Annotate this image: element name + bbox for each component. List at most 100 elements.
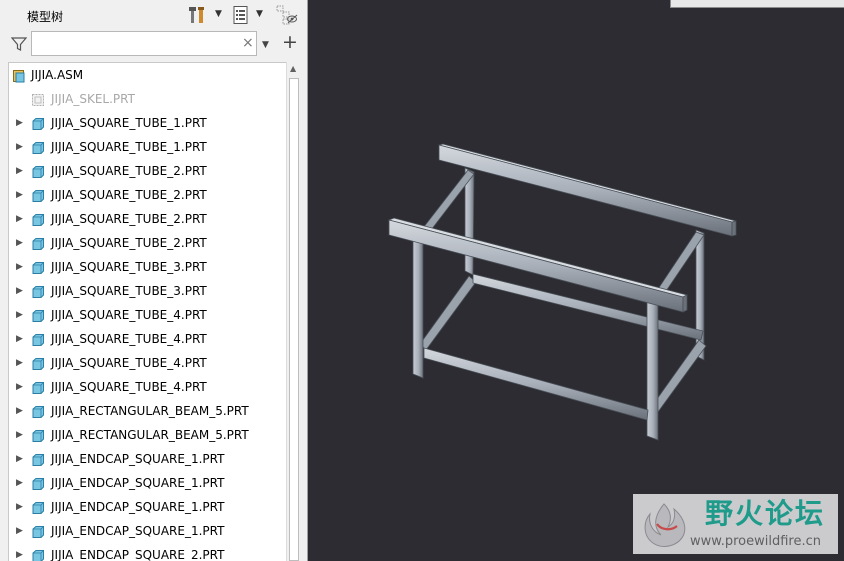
clear-icon[interactable]: × [242,35,254,52]
columns-dropdown-icon[interactable]: ▼ [256,9,263,19]
part-icon [31,380,45,394]
expand-arrow-icon[interactable]: ▶ [16,285,23,297]
tree-row[interactable]: JIJIA_SKEL.PRT [9,87,287,111]
show-hide-icon[interactable] [276,5,298,25]
expand-arrow-icon[interactable]: ▶ [16,453,23,465]
tree-item-label: JIJIA_SQUARE_TUBE_1.PRT [51,140,207,154]
expand-arrow-icon[interactable]: ▶ [16,261,23,273]
tree-row[interactable]: ▶ JIJIA_RECTANGULAR_BEAM_5.PRT [9,423,287,447]
model-tree: JIJIA.ASM JIJIA_SKEL.PRT ▶ JIJIA_SQUARE_TUB… [8,62,287,561]
expand-arrow-icon[interactable]: ▶ [16,381,23,393]
panel-title: 模型树 [27,10,64,24]
part-icon [31,452,45,466]
part-icon [31,164,45,178]
part-icon [31,188,45,202]
expand-arrow-icon[interactable]: ▶ [16,141,23,153]
tree-row[interactable]: ▶ JIJIA_RECTANGULAR_BEAM_5.PRT [9,399,287,423]
part-icon [31,308,45,322]
expand-arrow-icon[interactable]: ▶ [16,477,23,489]
tree-item-label: JIJIA_RECTANGULAR_BEAM_5.PRT [51,404,249,418]
search-dropdown-icon[interactable]: ▼ [262,40,269,50]
tree-row[interactable]: ▶ JIJIA_SQUARE_TUBE_2.PRT [9,159,287,183]
part-icon [31,356,45,370]
tree-item-label: JIJIA_SQUARE_TUBE_3.PRT [51,260,207,274]
scroll-thumb[interactable] [289,78,299,561]
scroll-up-icon[interactable]: ▲ [290,64,296,73]
filter-icon[interactable] [10,36,28,56]
filter-row: × ▼ + [0,30,307,59]
part-icon [31,476,45,490]
tree-row[interactable]: ▶ JIJIA_SQUARE_TUBE_1.PRT [9,135,287,159]
tree-row[interactable]: ▶ JIJIA_ENDCAP_SQUARE_1.PRT [9,471,287,495]
tree-item-label: JIJIA_ENDCAP_SQUARE_1.PRT [51,452,225,466]
tree-row[interactable]: ▶ JIJIA_ENDCAP_SQUARE_2.PRT [9,543,287,561]
tree-item-label: JIJIA_ENDCAP_SQUARE_2.PRT [51,548,225,561]
tree-row[interactable]: ▶ JIJIA_SQUARE_TUBE_4.PRT [9,375,287,399]
add-icon[interactable]: + [282,32,298,52]
graphics-viewport[interactable]: 野火论坛 www.proewildfire.cn [308,0,844,561]
watermark-title: 野火论坛 [705,497,826,530]
tree-item-label: JIJIA.ASM [31,68,84,82]
model-tree-header: 模型树 ▼ ▼ [0,0,307,30]
tree-item-label: JIJIA_SQUARE_TUBE_2.PRT [51,212,207,226]
tree-item-label: JIJIA_ENDCAP_SQUARE_1.PRT [51,500,225,514]
part-icon [31,284,45,298]
skeleton-icon [31,92,45,106]
tree-row[interactable]: ▶ JIJIA_SQUARE_TUBE_2.PRT [9,207,287,231]
expand-arrow-icon[interactable]: ▶ [16,405,23,417]
settings-tools-icon[interactable] [188,5,208,25]
expand-arrow-icon[interactable]: ▶ [16,165,23,177]
tree-item-label: JIJIA_SQUARE_TUBE_2.PRT [51,188,207,202]
expand-arrow-icon[interactable]: ▶ [16,237,23,249]
top-rail-back [438,143,737,237]
search-box: × [31,31,257,56]
tree-item-label: JIJIA_SQUARE_TUBE_4.PRT [51,380,207,394]
tree-scrollbar[interactable]: ▲ [286,62,302,561]
expand-arrow-icon[interactable]: ▶ [16,549,23,561]
settings-dropdown-icon[interactable]: ▼ [215,9,222,19]
expand-arrow-icon[interactable]: ▶ [16,525,23,537]
tree-row[interactable]: ▶ JIJIA_SQUARE_TUBE_2.PRT [9,183,287,207]
tree-row[interactable]: JIJIA.ASM [9,63,287,87]
tree-item-label: JIJIA_ENDCAP_SQUARE_1.PRT [51,476,225,490]
tree-row[interactable]: ▶ JIJIA_SQUARE_TUBE_4.PRT [9,303,287,327]
expand-arrow-icon[interactable]: ▶ [16,429,23,441]
tree-row[interactable]: ▶ JIJIA_SQUARE_TUBE_3.PRT [9,255,287,279]
tree-row[interactable]: ▶ JIJIA_ENDCAP_SQUARE_1.PRT [9,519,287,543]
assembly-frame-model [387,143,737,441]
tree-row[interactable]: ▶ JIJIA_SQUARE_TUBE_3.PRT [9,279,287,303]
part-icon [31,332,45,346]
expand-arrow-icon[interactable]: ▶ [16,333,23,345]
assembly-icon [12,68,26,83]
tree-item-label: JIJIA_ENDCAP_SQUARE_1.PRT [51,524,225,538]
tree-item-label: JIJIA_SQUARE_TUBE_4.PRT [51,356,207,370]
tree-item-label: JIJIA_RECTANGULAR_BEAM_5.PRT [51,428,249,442]
expand-arrow-icon[interactable]: ▶ [16,357,23,369]
part-icon [31,428,45,442]
tree-item-label: JIJIA_SQUARE_TUBE_1.PRT [51,116,207,130]
expand-arrow-icon[interactable]: ▶ [16,501,23,513]
tree-item-label: JIJIA_SKEL.PRT [51,92,135,106]
part-icon [31,116,45,130]
expand-arrow-icon[interactable]: ▶ [16,213,23,225]
tree-row[interactable]: ▶ JIJIA_ENDCAP_SQUARE_1.PRT [9,495,287,519]
expand-arrow-icon[interactable]: ▶ [16,189,23,201]
flame-logo-icon [639,500,689,554]
search-input[interactable] [36,35,231,52]
tree-columns-icon[interactable] [231,5,251,25]
tree-row[interactable]: ▶ JIJIA_SQUARE_TUBE_2.PRT [9,231,287,255]
expand-arrow-icon[interactable]: ▶ [16,309,23,321]
model-tree-panel: 模型树 ▼ ▼ × ▼ + JIJIA.ASM JIJIA_SKEL.PRT ▶… [0,0,308,561]
tree-row[interactable]: ▶ JIJIA_ENDCAP_SQUARE_1.PRT [9,447,287,471]
tree-row[interactable]: ▶ JIJIA_SQUARE_TUBE_4.PRT [9,351,287,375]
watermark-url: www.proewildfire.cn [690,534,821,549]
part-icon [31,140,45,154]
part-icon [31,500,45,514]
watermark: 野火论坛 www.proewildfire.cn [633,494,838,554]
expand-arrow-icon[interactable]: ▶ [16,117,23,129]
tree-row[interactable]: ▶ JIJIA_SQUARE_TUBE_4.PRT [9,327,287,351]
tree-item-label: JIJIA_SQUARE_TUBE_3.PRT [51,284,207,298]
part-icon [31,548,45,561]
tree-row[interactable]: ▶ JIJIA_SQUARE_TUBE_1.PRT [9,111,287,135]
tree-item-label: JIJIA_SQUARE_TUBE_4.PRT [51,332,207,346]
